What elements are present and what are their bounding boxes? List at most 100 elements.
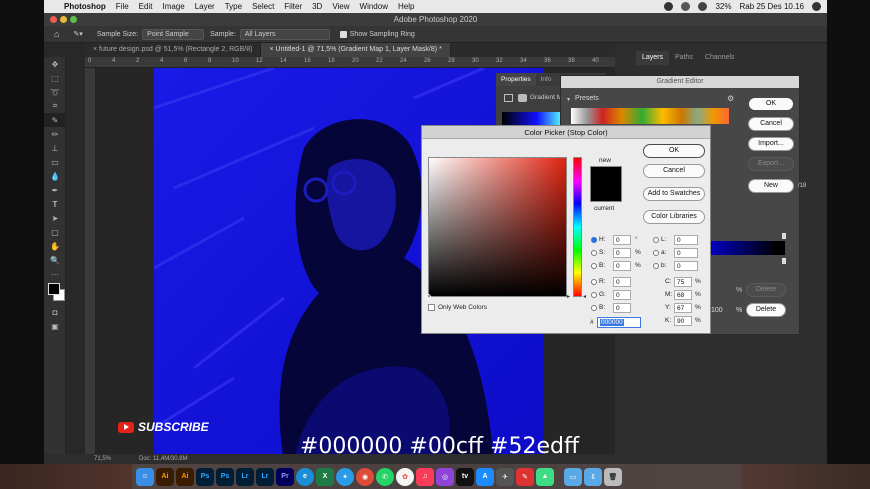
illustrator-icon[interactable]: Ai	[156, 467, 174, 486]
whatsapp-icon[interactable]: ✆	[376, 467, 394, 486]
shape-tool-icon[interactable]: ▢	[44, 225, 66, 239]
tv-icon[interactable]: tv	[456, 467, 474, 486]
path-select-icon[interactable]: ➤	[44, 211, 66, 225]
type-tool-icon[interactable]: T	[44, 197, 66, 211]
field-g[interactable]: 0	[613, 290, 631, 300]
tab-layers[interactable]: Layers	[636, 51, 670, 65]
presets-disclosure-icon[interactable]: ▾	[567, 96, 570, 103]
eyedropper-option-icon[interactable]: ✎▾	[73, 30, 82, 38]
tab-paths[interactable]: Paths	[669, 51, 699, 65]
ge-new-button[interactable]: New	[748, 179, 794, 193]
brush-tool-icon[interactable]: ✏	[44, 127, 66, 141]
folder-icon[interactable]: ▭	[564, 467, 582, 486]
finder-icon[interactable]: ☺	[136, 467, 154, 486]
more-tools-icon[interactable]: ···	[44, 267, 66, 281]
music-icon[interactable]: ♫	[416, 467, 434, 486]
show-ring-checkbox[interactable]	[339, 30, 347, 38]
minimize-window-icon[interactable]	[60, 16, 67, 23]
premiere-icon[interactable]: Pr	[276, 467, 294, 486]
podcasts-icon[interactable]: ◎	[436, 467, 454, 486]
only-web-checkbox[interactable]	[428, 304, 435, 311]
lightroom-icon[interactable]: Lr	[236, 467, 254, 486]
color-delete-button[interactable]: Delete	[746, 303, 786, 317]
cp-ok-button[interactable]: OK	[643, 144, 705, 158]
photoshop-icon[interactable]: Ps	[196, 467, 214, 486]
field-s[interactable]: 0	[613, 248, 631, 258]
presets-gear-icon[interactable]: ⚙	[727, 94, 734, 103]
menu-edit[interactable]: Edit	[139, 2, 153, 11]
launchpad-icon[interactable]: ✈	[496, 467, 514, 486]
field-h[interactable]: 0	[613, 235, 631, 245]
field-k[interactable]: 90	[674, 316, 692, 326]
sample-size-select[interactable]: Point Sample	[142, 28, 205, 40]
menu-select[interactable]: Select	[252, 2, 274, 11]
radio-r[interactable]	[591, 279, 597, 285]
safari-icon[interactable]: ✦	[336, 467, 354, 486]
excel-icon[interactable]: X	[316, 467, 334, 486]
move-tool-icon[interactable]: ✥	[44, 57, 66, 71]
menu-filter[interactable]: Filter	[284, 2, 302, 11]
field-l[interactable]: 0	[674, 235, 698, 245]
hue-slider[interactable]	[573, 157, 582, 297]
field-r[interactable]: 0	[613, 277, 631, 287]
chrome-icon[interactable]: ◉	[356, 467, 374, 486]
doc-size[interactable]: Doc: 11,4M/30,8M	[139, 456, 188, 462]
zoom-tool-icon[interactable]: 🔍	[44, 253, 66, 267]
tab-properties[interactable]: Properties	[496, 73, 536, 86]
ge-ok-button[interactable]: OK	[748, 97, 794, 111]
pen-tool-icon[interactable]: ✒	[44, 183, 66, 197]
radio-g[interactable]	[591, 292, 597, 298]
quick-mask-icon[interactable]: ◘	[44, 305, 66, 319]
tab-channels[interactable]: Channels	[699, 51, 741, 65]
menu-type[interactable]: Type	[225, 2, 242, 11]
trash-icon[interactable]: 🗑	[604, 467, 622, 486]
hue-slider-arrow-right[interactable]: ◂	[583, 293, 586, 300]
hue-slider-arrow[interactable]: ▸	[567, 293, 570, 300]
screen-mode-icon[interactable]: ▣	[44, 319, 66, 333]
marquee-tool-icon[interactable]: ⬚	[44, 71, 66, 85]
search-icon[interactable]	[812, 2, 821, 11]
lightroom-icon-2[interactable]: Lr	[256, 467, 274, 486]
field-b[interactable]: 0	[613, 261, 631, 271]
quill-icon[interactable]: ✎	[516, 467, 534, 486]
preset-swatches[interactable]	[571, 108, 729, 124]
field-m[interactable]: 68	[674, 290, 692, 300]
crop-tool-icon[interactable]: ⌗	[44, 99, 66, 113]
menu-3d[interactable]: 3D	[312, 2, 322, 11]
menu-image[interactable]: Image	[162, 2, 184, 11]
hex-input[interactable]: 000000	[597, 317, 641, 328]
menu-window[interactable]: Window	[360, 2, 388, 11]
ge-export-button[interactable]: Export...	[748, 157, 794, 171]
color-stop-top[interactable]	[782, 233, 786, 239]
radio-l[interactable]	[653, 237, 659, 243]
photos-icon[interactable]: ✿	[396, 467, 414, 486]
doc-tab-future-design[interactable]: × future design.psd @ 51,5% (Rectangle 2…	[85, 43, 262, 57]
zoom-window-icon[interactable]	[70, 16, 77, 23]
radio-a[interactable]	[653, 250, 659, 256]
doc-tab-untitled[interactable]: × Untitled-1 @ 71,5% (Gradient Map 1, La…	[261, 43, 451, 57]
field-lab-b[interactable]: 0	[674, 261, 698, 271]
field-c[interactable]: 75	[674, 277, 692, 287]
menu-help[interactable]: Help	[398, 2, 414, 11]
radio-lab-b[interactable]	[653, 263, 659, 269]
gradient-map-preview[interactable]	[502, 112, 560, 126]
stamp-tool-icon[interactable]: ⊥	[44, 141, 66, 155]
blur-tool-icon[interactable]: 💧	[44, 169, 66, 183]
mask-icon[interactable]	[518, 94, 527, 102]
radio-b[interactable]	[591, 263, 597, 269]
color-field[interactable]	[428, 157, 567, 297]
record-icon[interactable]	[664, 2, 674, 11]
field-a[interactable]: 0	[674, 248, 698, 258]
field-bv[interactable]: 0	[613, 303, 631, 313]
color-libraries-button[interactable]: Color Libraries	[643, 210, 705, 224]
eraser-tool-icon[interactable]: ▭	[44, 155, 66, 169]
photoshop-icon-2[interactable]: Ps	[216, 467, 234, 486]
radio-s[interactable]	[591, 250, 597, 256]
opacity-delete-button[interactable]: Delete	[746, 283, 786, 297]
menu-app[interactable]: Photoshop	[64, 2, 106, 11]
foreground-color[interactable]	[48, 283, 60, 295]
zoom-level[interactable]: 71,5%	[94, 456, 111, 462]
illustrator-icon-2[interactable]: Ai	[176, 467, 194, 486]
edge-icon[interactable]: e	[296, 467, 314, 486]
cp-cancel-button[interactable]: Cancel	[643, 164, 705, 178]
